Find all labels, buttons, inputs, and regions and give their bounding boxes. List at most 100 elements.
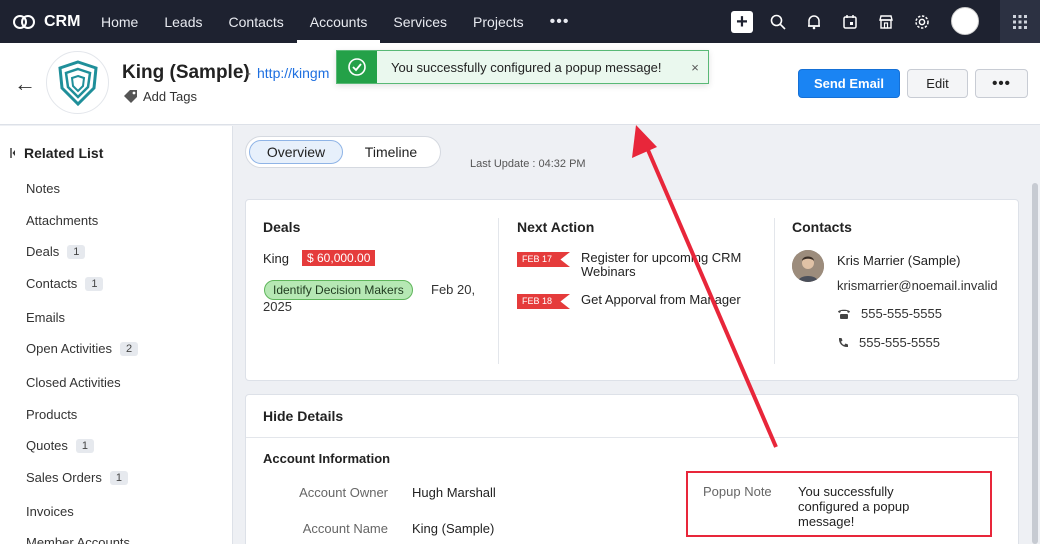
nav-leads[interactable]: Leads — [151, 0, 215, 43]
toast-icon-area — [337, 51, 377, 83]
sidebar-item-closed-activities[interactable]: Closed Activities — [26, 375, 121, 390]
sidebar-item-label: Emails — [26, 310, 66, 325]
deal-amount: $ 60,000.00 — [302, 250, 376, 266]
sidebar-item-label: Notes — [26, 181, 60, 196]
more-actions-button[interactable]: ••• — [975, 69, 1028, 98]
nav-services[interactable]: Services — [380, 0, 460, 43]
back-button[interactable]: ← — [14, 71, 36, 97]
success-toast: You successfully configured a popup mess… — [336, 50, 709, 84]
sidebar-item-label: Attachments — [26, 213, 99, 228]
main-scrollbar[interactable] — [1032, 183, 1038, 544]
contact-mobile[interactable]: 555-555-5555 — [837, 335, 940, 350]
nav-accounts[interactable]: Accounts — [296, 0, 381, 43]
contact-phone[interactable]: 555-555-5555 — [837, 306, 942, 321]
scrollbar-thumb[interactable] — [1032, 183, 1038, 544]
apps-grid-button[interactable] — [1000, 0, 1040, 43]
add-tags-button[interactable]: Add Tags — [123, 89, 197, 104]
sidebar-item-emails[interactable]: Emails — [26, 310, 65, 325]
plus-icon: + — [731, 10, 753, 33]
telephone-icon — [838, 309, 850, 319]
sidebar-item-label: Deals — [26, 244, 60, 259]
sidebar-item-label: Open Activities — [26, 341, 112, 356]
person-photo-icon — [792, 250, 824, 282]
column-divider — [774, 218, 775, 364]
sidebar-item-sales-orders[interactable]: Sales Orders 1 — [26, 470, 128, 485]
sidebar-item-quotes[interactable]: Quotes 1 — [26, 438, 95, 453]
brand-name: CRM — [44, 12, 81, 30]
related-list-header[interactable]: Related List — [10, 145, 103, 161]
date-badge: FEB 18 — [517, 294, 570, 309]
next-action-item[interactable]: Register for upcoming CRM Webinars — [581, 251, 756, 279]
sidebar-item-open-activities[interactable]: Open Activities 2 — [26, 341, 139, 356]
sidebar-item-label: Contacts — [26, 276, 78, 291]
search-button[interactable] — [760, 0, 796, 43]
deal-stage-badge: Identify Decision Makers — [264, 280, 413, 300]
next-action-item[interactable]: Get Apporval from Manager — [581, 293, 756, 307]
next-action-title: Next Action — [517, 219, 595, 235]
send-email-button[interactable]: Send Email — [798, 69, 900, 98]
contact-email[interactable]: krismarrier@noemail.invalid — [837, 278, 998, 293]
nav-links: Home Leads Contacts Accounts Services Pr… — [88, 0, 582, 43]
bell-icon — [808, 14, 820, 29]
collapse-sidebar-icon — [10, 148, 15, 158]
account-logo — [46, 51, 109, 114]
sidebar-item-deals[interactable]: Deals 1 — [26, 244, 86, 259]
account-owner-value[interactable]: Hugh Marshall — [412, 485, 496, 500]
count-badge: 1 — [67, 244, 86, 259]
view-tabs: Overview Timeline — [245, 136, 441, 168]
count-badge: 1 — [109, 470, 128, 485]
sidebar-item-label: Invoices — [26, 504, 74, 519]
deal-name[interactable]: King — [263, 251, 289, 266]
calendar-icon — [843, 14, 857, 29]
count-badge: 1 — [75, 438, 95, 453]
phone-number: 555-555-5555 — [859, 335, 940, 350]
phone-icon — [838, 337, 848, 347]
sidebar-item-attachments[interactable]: Attachments — [26, 213, 98, 228]
nav-home[interactable]: Home — [88, 0, 151, 43]
phone-number: 555-555-5555 — [861, 306, 942, 321]
count-badge: 1 — [85, 276, 104, 291]
deals-title: Deals — [263, 219, 301, 235]
account-information-title: Account Information — [263, 451, 391, 466]
tab-overview[interactable]: Overview — [249, 140, 343, 164]
nav-more[interactable]: ••• — [537, 0, 583, 43]
sidebar-item-invoices[interactable]: Invoices — [26, 504, 74, 519]
contacts-title: Contacts — [792, 219, 852, 235]
sidebar-item-contacts[interactable]: Contacts 1 — [26, 276, 104, 291]
sidebar-item-label: Member Accounts — [26, 535, 131, 544]
edit-button[interactable]: Edit — [907, 69, 968, 98]
tag-icon — [124, 90, 137, 103]
settings-button[interactable] — [904, 0, 940, 43]
tab-timeline[interactable]: Timeline — [350, 140, 432, 164]
record-website-link[interactable]: http://kingm — [257, 65, 337, 81]
calendar-button[interactable] — [832, 0, 868, 43]
marketplace-button[interactable] — [868, 0, 904, 43]
user-avatar[interactable] — [951, 7, 979, 35]
toast-close-button[interactable]: × — [682, 60, 708, 75]
sidebar-item-notes[interactable]: Notes — [26, 181, 60, 196]
nav-projects[interactable]: Projects — [460, 0, 537, 43]
contact-avatar[interactable] — [792, 250, 824, 282]
nav-contacts[interactable]: Contacts — [216, 0, 297, 43]
crm-logo-icon — [13, 14, 35, 29]
notifications-button[interactable] — [796, 0, 832, 43]
record-title: King (Sample) — [122, 62, 250, 83]
sidebar-item-member-accounts[interactable]: Member Accounts — [26, 535, 130, 544]
count-badge: 2 — [120, 341, 139, 356]
record-title-separator: - — [246, 65, 251, 82]
field-label: Account Owner — [299, 485, 388, 500]
account-name-value[interactable]: King (Sample) — [412, 521, 494, 536]
hide-details-toggle[interactable]: Hide Details — [263, 408, 343, 424]
top-nav: CRM Home Leads Contacts Accounts Service… — [0, 0, 1040, 43]
check-circle-icon — [348, 58, 366, 76]
search-icon — [770, 14, 786, 30]
nav-icons: + — [724, 0, 940, 43]
highlight-box — [686, 471, 992, 537]
sidebar-item-label: Sales Orders — [26, 470, 102, 485]
sidebar-item-products[interactable]: Products — [26, 407, 77, 422]
brand[interactable]: CRM — [12, 0, 80, 43]
divider — [246, 437, 1018, 438]
create-button[interactable]: + — [724, 0, 760, 43]
summary-card: Deals King $ 60,000.00 Feb 20, 2025 Iden… — [245, 199, 1019, 381]
contact-name[interactable]: Kris Marrier (Sample) — [837, 253, 961, 268]
